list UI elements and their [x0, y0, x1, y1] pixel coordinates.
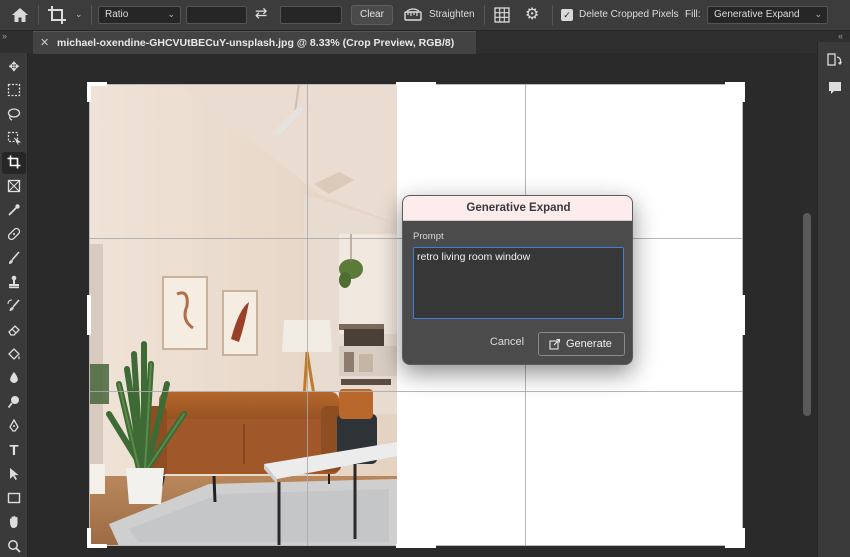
fill-label: Fill:: [685, 9, 701, 20]
crop-handle-top[interactable]: [396, 82, 436, 86]
object-selection-tool-icon[interactable]: [2, 128, 26, 150]
fill-select-value: Generative Expand: [714, 9, 800, 20]
options-divider: [91, 5, 92, 25]
prompt-label: Prompt: [413, 231, 444, 242]
chevron-down-icon: ⌄: [814, 9, 822, 19]
options-divider: [552, 5, 553, 25]
ratio-select-value: Ratio: [105, 9, 129, 20]
document-tab[interactable]: ✕ michael-oxendine-GHCVUtBECuY-unsplash.…: [33, 31, 476, 54]
generate-button-label: Generate: [566, 338, 612, 350]
brush-tool-icon[interactable]: [2, 248, 26, 270]
hand-tool-icon[interactable]: [2, 512, 26, 534]
tools-panel: ✥ T: [0, 53, 28, 557]
lasso-tool-icon[interactable]: [2, 104, 26, 126]
straighten-label[interactable]: Straighten: [429, 9, 475, 20]
dodge-tool-icon[interactable]: [2, 392, 26, 414]
chevron-down-icon: ⌄: [167, 9, 175, 19]
overlay-grid-icon[interactable]: [494, 7, 510, 23]
delete-cropped-pixels-label: Delete Cropped Pixels: [579, 9, 679, 20]
close-icon[interactable]: ✕: [40, 36, 49, 49]
height-ratio-input[interactable]: [280, 6, 342, 24]
right-panel-strip: [817, 42, 850, 557]
delete-cropped-pixels-checkbox[interactable]: ✓: [561, 9, 573, 21]
vertical-scrollbar-thumb[interactable]: [803, 213, 811, 416]
collapse-panel-icon[interactable]: »: [2, 31, 7, 41]
crop-handle-bottom[interactable]: [396, 544, 436, 548]
type-tool-icon[interactable]: T: [2, 440, 26, 462]
options-divider: [38, 5, 39, 25]
healing-brush-tool-icon[interactable]: [2, 224, 26, 246]
dialog-title: Generative Expand: [466, 202, 571, 214]
gear-icon[interactable]: ⚙: [525, 6, 539, 24]
eraser-tool-icon[interactable]: [2, 320, 26, 342]
crop-icon[interactable]: [47, 5, 69, 25]
options-bar: ⌄ Ratio ⌄ ⇄ Clear Straighten ⚙ ✓ Delete …: [0, 0, 850, 31]
clear-button[interactable]: Clear: [351, 5, 393, 25]
crop-handle-top-right[interactable]: [741, 82, 745, 102]
photoshop-window: ⌄ Ratio ⌄ ⇄ Clear Straighten ⚙ ✓ Delete …: [0, 0, 850, 557]
crop-tool-icon[interactable]: [2, 152, 26, 174]
blur-tool-icon[interactable]: [2, 368, 26, 390]
history-brush-tool-icon[interactable]: [2, 296, 26, 318]
generate-button[interactable]: Generate: [538, 332, 625, 356]
dialog-header[interactable]: Generative Expand: [403, 196, 632, 221]
thirds-grid-line: [307, 84, 308, 546]
thirds-grid-line: [89, 391, 743, 392]
path-selection-tool-icon[interactable]: [2, 464, 26, 486]
crop-handle-bottom-right[interactable]: [741, 528, 745, 548]
generative-expand-dialog: Generative Expand Prompt retro living ro…: [402, 195, 633, 365]
ratio-select[interactable]: Ratio ⌄: [98, 6, 181, 24]
paint-bucket-tool-icon[interactable]: [2, 344, 26, 366]
zoom-tool-icon[interactable]: [2, 536, 26, 557]
pen-tool-icon[interactable]: [2, 416, 26, 438]
clone-stamp-tool-icon[interactable]: [2, 272, 26, 294]
crop-handle-left[interactable]: [87, 295, 91, 335]
history-panel-icon[interactable]: [827, 53, 843, 69]
swap-icon[interactable]: ⇄: [255, 4, 268, 22]
home-icon[interactable]: [10, 6, 30, 24]
width-ratio-input[interactable]: [186, 6, 247, 24]
crop-handle-bottom-left[interactable]: [87, 528, 91, 548]
prompt-input[interactable]: retro living room window: [413, 247, 624, 319]
fill-select[interactable]: Generative Expand ⌄: [707, 6, 828, 24]
comments-panel-icon[interactable]: [827, 80, 843, 96]
options-divider: [484, 5, 485, 25]
rectangle-tool-icon[interactable]: [2, 488, 26, 510]
collapse-panel-icon[interactable]: «: [838, 31, 843, 41]
eyedropper-tool-icon[interactable]: [2, 200, 26, 222]
generate-icon: [549, 338, 561, 350]
crop-handle-top-left[interactable]: [87, 82, 91, 102]
crop-handle-right[interactable]: [741, 295, 745, 335]
frame-tool-icon[interactable]: [2, 176, 26, 198]
chevron-down-icon[interactable]: ⌄: [75, 9, 83, 20]
move-tool-icon[interactable]: ✥: [2, 56, 26, 78]
cancel-button[interactable]: Cancel: [483, 336, 531, 348]
marquee-tool-icon[interactable]: [2, 80, 26, 102]
document-tab-title: michael-oxendine-GHCVUtBECuY-unsplash.jp…: [57, 37, 455, 49]
straighten-icon[interactable]: [404, 8, 422, 22]
